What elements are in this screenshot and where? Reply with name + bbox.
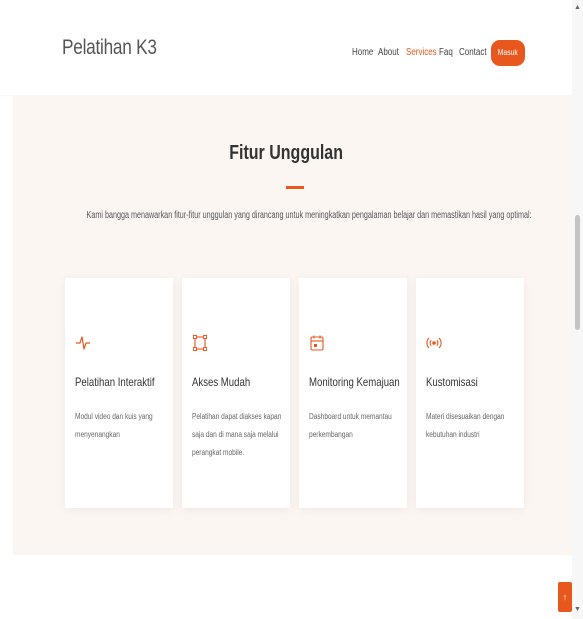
feature-card-title: Kustomisasi bbox=[426, 375, 478, 389]
scroll-up-arrow-icon[interactable]: ▲ bbox=[574, 4, 581, 11]
site-header: Pelatihan K3 Home About Services Faq Con… bbox=[0, 0, 572, 95]
section-subtitle: Kami bangga menawarkan fitur-fitur unggu… bbox=[86, 210, 532, 221]
feature-card-title: Akses Mudah bbox=[192, 375, 251, 389]
back-to-top-button[interactable]: ↑ bbox=[558, 582, 572, 612]
feature-card-title: Monitoring Kemajuan bbox=[309, 375, 400, 389]
feature-card-description: Dashboard untuk memantau perkembangan bbox=[309, 412, 392, 439]
title-underline bbox=[286, 186, 304, 189]
scrollbar-thumb[interactable] bbox=[575, 215, 580, 330]
feature-card-interactive: Pelatihan Interaktif Modul video dan kui… bbox=[65, 278, 173, 508]
nav-contact[interactable]: Contact bbox=[459, 47, 487, 58]
calendar-icon bbox=[310, 335, 324, 351]
section-title: Fitur Unggulan bbox=[229, 142, 343, 164]
page: Pelatihan K3 Home About Services Faq Con… bbox=[0, 0, 583, 619]
login-button[interactable]: Masuk bbox=[491, 40, 525, 66]
feature-card-access: Akses Mudah Pelatihan dapat diakses kapa… bbox=[182, 278, 290, 508]
main-nav: Home About Services Faq Contact bbox=[0, 47, 572, 61]
nav-home[interactable]: Home bbox=[352, 47, 373, 58]
feature-card-title: Pelatihan Interaktif bbox=[75, 375, 155, 389]
feature-card-description: Pelatihan dapat diakses kapan saja dan d… bbox=[192, 412, 282, 457]
activity-pulse-icon bbox=[76, 336, 90, 350]
arrow-up-icon: ↑ bbox=[562, 592, 568, 602]
scroll-down-arrow-icon[interactable]: ▼ bbox=[574, 606, 581, 613]
bounding-box-icon bbox=[193, 335, 207, 351]
feature-card-customization: Kustomisasi Materi disesuaikan dengan ke… bbox=[416, 278, 524, 508]
nav-faq[interactable]: Faq bbox=[439, 47, 453, 58]
broadcast-icon bbox=[426, 337, 442, 349]
login-button-label: Masuk bbox=[497, 48, 519, 57]
feature-card-description: Materi disesuaikan dengan kebutuhan indu… bbox=[426, 412, 505, 439]
feature-card-description: Modul video dan kuis yang menyenangkan bbox=[75, 412, 153, 439]
nav-about[interactable]: About bbox=[378, 47, 399, 58]
nav-services[interactable]: Services bbox=[406, 47, 437, 58]
feature-card-monitoring: Monitoring Kemajuan Dashboard untuk mema… bbox=[299, 278, 407, 508]
